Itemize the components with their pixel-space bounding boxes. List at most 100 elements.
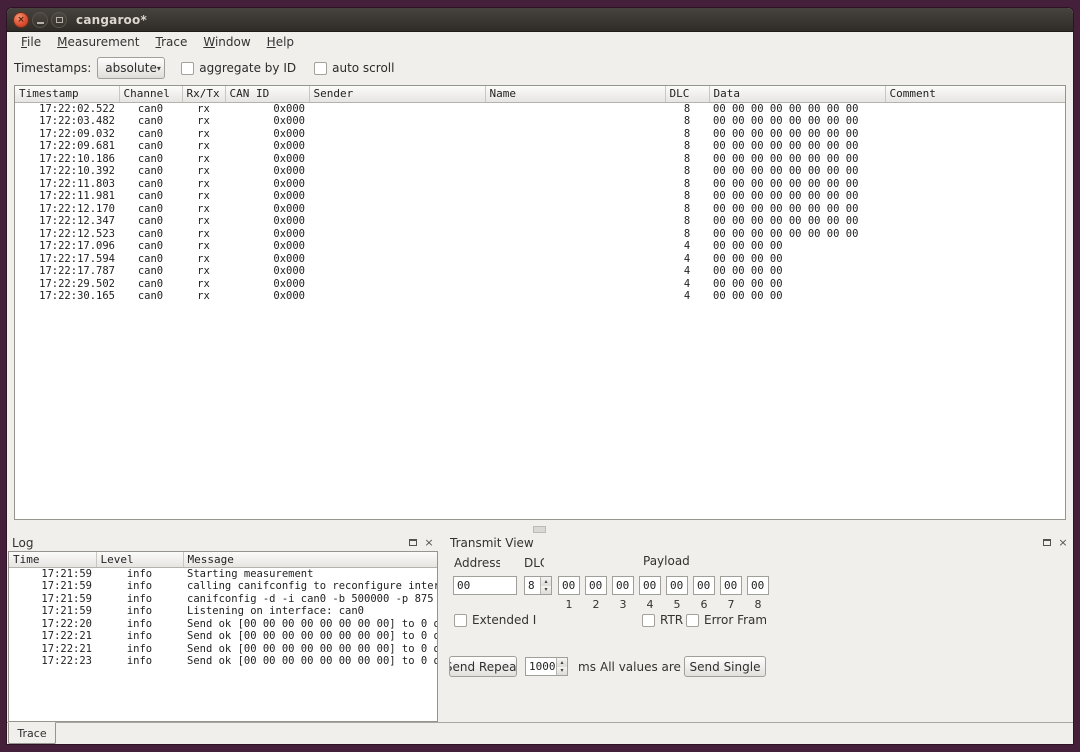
trace-column-header[interactable]: CAN ID: [225, 86, 309, 102]
payload-byte-input[interactable]: [666, 576, 688, 595]
trace-row[interactable]: 17:22:12.347 can0 rx 0x000 8 00 00 00 00…: [15, 215, 1065, 228]
auto-scroll-label[interactable]: auto scroll: [332, 61, 394, 75]
trace-column-header[interactable]: Data: [709, 86, 885, 102]
cell-can-id: 0x000: [225, 140, 309, 153]
log-panel-title: Log: [12, 536, 33, 550]
log-row[interactable]: 17:21:59 info canifconfig -d -i can0 -b …: [9, 593, 437, 606]
trace-row[interactable]: 17:22:03.482 can0 rx 0x000 8 00 00 00 00…: [15, 115, 1065, 128]
cell-dlc: 8: [665, 102, 709, 115]
cell-level: info: [96, 618, 183, 631]
transmit-float-button[interactable]: [1041, 537, 1053, 549]
auto-scroll-checkbox[interactable]: [314, 62, 327, 75]
transmit-panel-titlebar[interactable]: Transmit View ×: [446, 534, 1072, 551]
log-close-button[interactable]: ×: [423, 537, 435, 549]
log-column-header[interactable]: Time: [9, 552, 96, 567]
transmit-close-button[interactable]: ×: [1057, 537, 1069, 549]
payload-byte-input[interactable]: [747, 576, 769, 595]
trace-column-header[interactable]: Channel: [119, 86, 182, 102]
trace-row[interactable]: 17:22:12.523 can0 rx 0x000 8 00 00 00 00…: [15, 228, 1065, 241]
maximize-window-button[interactable]: [51, 12, 67, 28]
spin-up-icon[interactable]: ▴: [541, 577, 551, 586]
log-float-button[interactable]: [407, 537, 419, 549]
menu-item[interactable]: File: [13, 34, 49, 50]
tab-trace[interactable]: Trace: [8, 722, 56, 744]
trace-column-header[interactable]: DLC: [665, 86, 709, 102]
aggregate-by-id-label[interactable]: aggregate by ID: [199, 61, 296, 75]
log-row[interactable]: 17:21:59 info calling canifconfig to rec…: [9, 580, 437, 593]
log-row[interactable]: 17:22:21 info Send ok [00 00 00 00 00 00…: [9, 643, 437, 656]
payload-byte-input[interactable]: [693, 576, 715, 595]
trace-row[interactable]: 17:22:11.981 can0 rx 0x000 8 00 00 00 00…: [15, 190, 1065, 203]
minimize-icon: [37, 22, 44, 24]
error-frame-checkbox[interactable]: [686, 614, 699, 627]
splitter-handle[interactable]: [533, 526, 546, 533]
trace-column-header[interactable]: Sender: [309, 86, 485, 102]
cell-sender: [309, 140, 485, 153]
send-single-button[interactable]: Send Single: [684, 656, 766, 677]
interval-input[interactable]: [526, 658, 556, 675]
rtr-row: RTR: [642, 613, 684, 627]
trace-row[interactable]: 17:22:10.392 can0 rx 0x000 8 00 00 00 00…: [15, 165, 1065, 178]
log-row[interactable]: 17:22:21 info Send ok [00 00 00 00 00 00…: [9, 630, 437, 643]
menu-item[interactable]: Trace: [147, 34, 195, 50]
menu-item[interactable]: Window: [195, 34, 258, 50]
cell-data: 00 00 00 00 00 00 00 00: [709, 153, 885, 166]
log-column-header[interactable]: Message: [183, 552, 437, 567]
log-row[interactable]: 17:21:59 info Starting measurement: [9, 567, 437, 580]
send-repeat-button[interactable]: Send Repeat: [449, 656, 517, 677]
dlc-input[interactable]: [525, 577, 540, 594]
cell-name: [485, 228, 665, 241]
rtr-label[interactable]: RTR: [660, 613, 684, 627]
trace-row[interactable]: 17:22:17.594 can0 rx 0x000 4 00 00 00 00: [15, 253, 1065, 266]
spin-down-icon[interactable]: ▾: [541, 586, 551, 595]
trace-column-header[interactable]: Rx/Tx: [182, 86, 225, 102]
trace-column-header[interactable]: Timestamp: [15, 86, 119, 102]
dlc-spinbox[interactable]: ▴ ▾: [524, 576, 552, 595]
cell-can-id: 0x000: [225, 128, 309, 141]
trace-row[interactable]: 17:22:10.186 can0 rx 0x000 8 00 00 00 00…: [15, 153, 1065, 166]
payload-byte-input[interactable]: [639, 576, 661, 595]
cell-name: [485, 190, 665, 203]
trace-column-header[interactable]: Name: [485, 86, 665, 102]
cell-time: 17:22:20: [9, 618, 96, 631]
trace-row[interactable]: 17:22:17.096 can0 rx 0x000 4 00 00 00 00: [15, 240, 1065, 253]
aggregate-by-id-checkbox[interactable]: [181, 62, 194, 75]
extended-id-checkbox[interactable]: [454, 614, 467, 627]
timestamps-combobox[interactable]: absolute ▾: [97, 57, 165, 79]
menu-item[interactable]: Measurement: [49, 34, 147, 50]
transmit-panel-buttons: ×: [1041, 537, 1069, 549]
trace-row[interactable]: 17:22:11.803 can0 rx 0x000 8 00 00 00 00…: [15, 178, 1065, 191]
titlebar[interactable]: × cangaroo*: [7, 8, 1073, 32]
log-row[interactable]: 17:22:20 info Send ok [00 00 00 00 00 00…: [9, 618, 437, 631]
interval-spinbox[interactable]: ▴ ▾: [525, 657, 568, 676]
trace-row[interactable]: 17:22:02.522 can0 rx 0x000 8 00 00 00 00…: [15, 102, 1065, 115]
trace-row[interactable]: 17:22:09.681 can0 rx 0x000 8 00 00 00 00…: [15, 140, 1065, 153]
close-icon: ×: [17, 15, 25, 25]
trace-row[interactable]: 17:22:17.787 can0 rx 0x000 4 00 00 00 00: [15, 265, 1065, 278]
rtr-checkbox[interactable]: [642, 614, 655, 627]
address-input[interactable]: [453, 576, 517, 595]
log-row[interactable]: 17:21:59 info Listening on interface: ca…: [9, 605, 437, 618]
close-window-button[interactable]: ×: [13, 12, 29, 28]
error-frame-label[interactable]: Error Frame: [704, 613, 766, 627]
payload-byte-input[interactable]: [612, 576, 634, 595]
payload-byte-input[interactable]: [558, 576, 580, 595]
payload-byte-input[interactable]: [585, 576, 607, 595]
log-column-header[interactable]: Level: [96, 552, 183, 567]
trace-row[interactable]: 17:22:29.502 can0 rx 0x000 4 00 00 00 00: [15, 278, 1065, 291]
spin-up-icon[interactable]: ▴: [557, 658, 567, 667]
log-row[interactable]: 17:22:23 info Send ok [00 00 00 00 00 00…: [9, 655, 437, 668]
payload-byte-input[interactable]: [720, 576, 742, 595]
extended-id-label[interactable]: Extended ID: [472, 613, 536, 627]
cell-dlc: 8: [665, 203, 709, 216]
minimize-window-button[interactable]: [32, 12, 48, 28]
cell-name: [485, 128, 665, 141]
trace-column-header[interactable]: Comment: [885, 86, 1065, 102]
menu-item[interactable]: Help: [259, 34, 302, 50]
trace-row[interactable]: 17:22:12.170 can0 rx 0x000 8 00 00 00 00…: [15, 203, 1065, 216]
log-panel-titlebar[interactable]: Log ×: [8, 534, 438, 551]
cell-message: canifconfig -d -i can0 -b 500000 -p 875 …: [183, 593, 437, 606]
trace-row[interactable]: 17:22:09.032 can0 rx 0x000 8 00 00 00 00…: [15, 128, 1065, 141]
spin-down-icon[interactable]: ▾: [557, 667, 567, 676]
trace-row[interactable]: 17:22:30.165 can0 rx 0x000 4 00 00 00 00: [15, 290, 1065, 303]
